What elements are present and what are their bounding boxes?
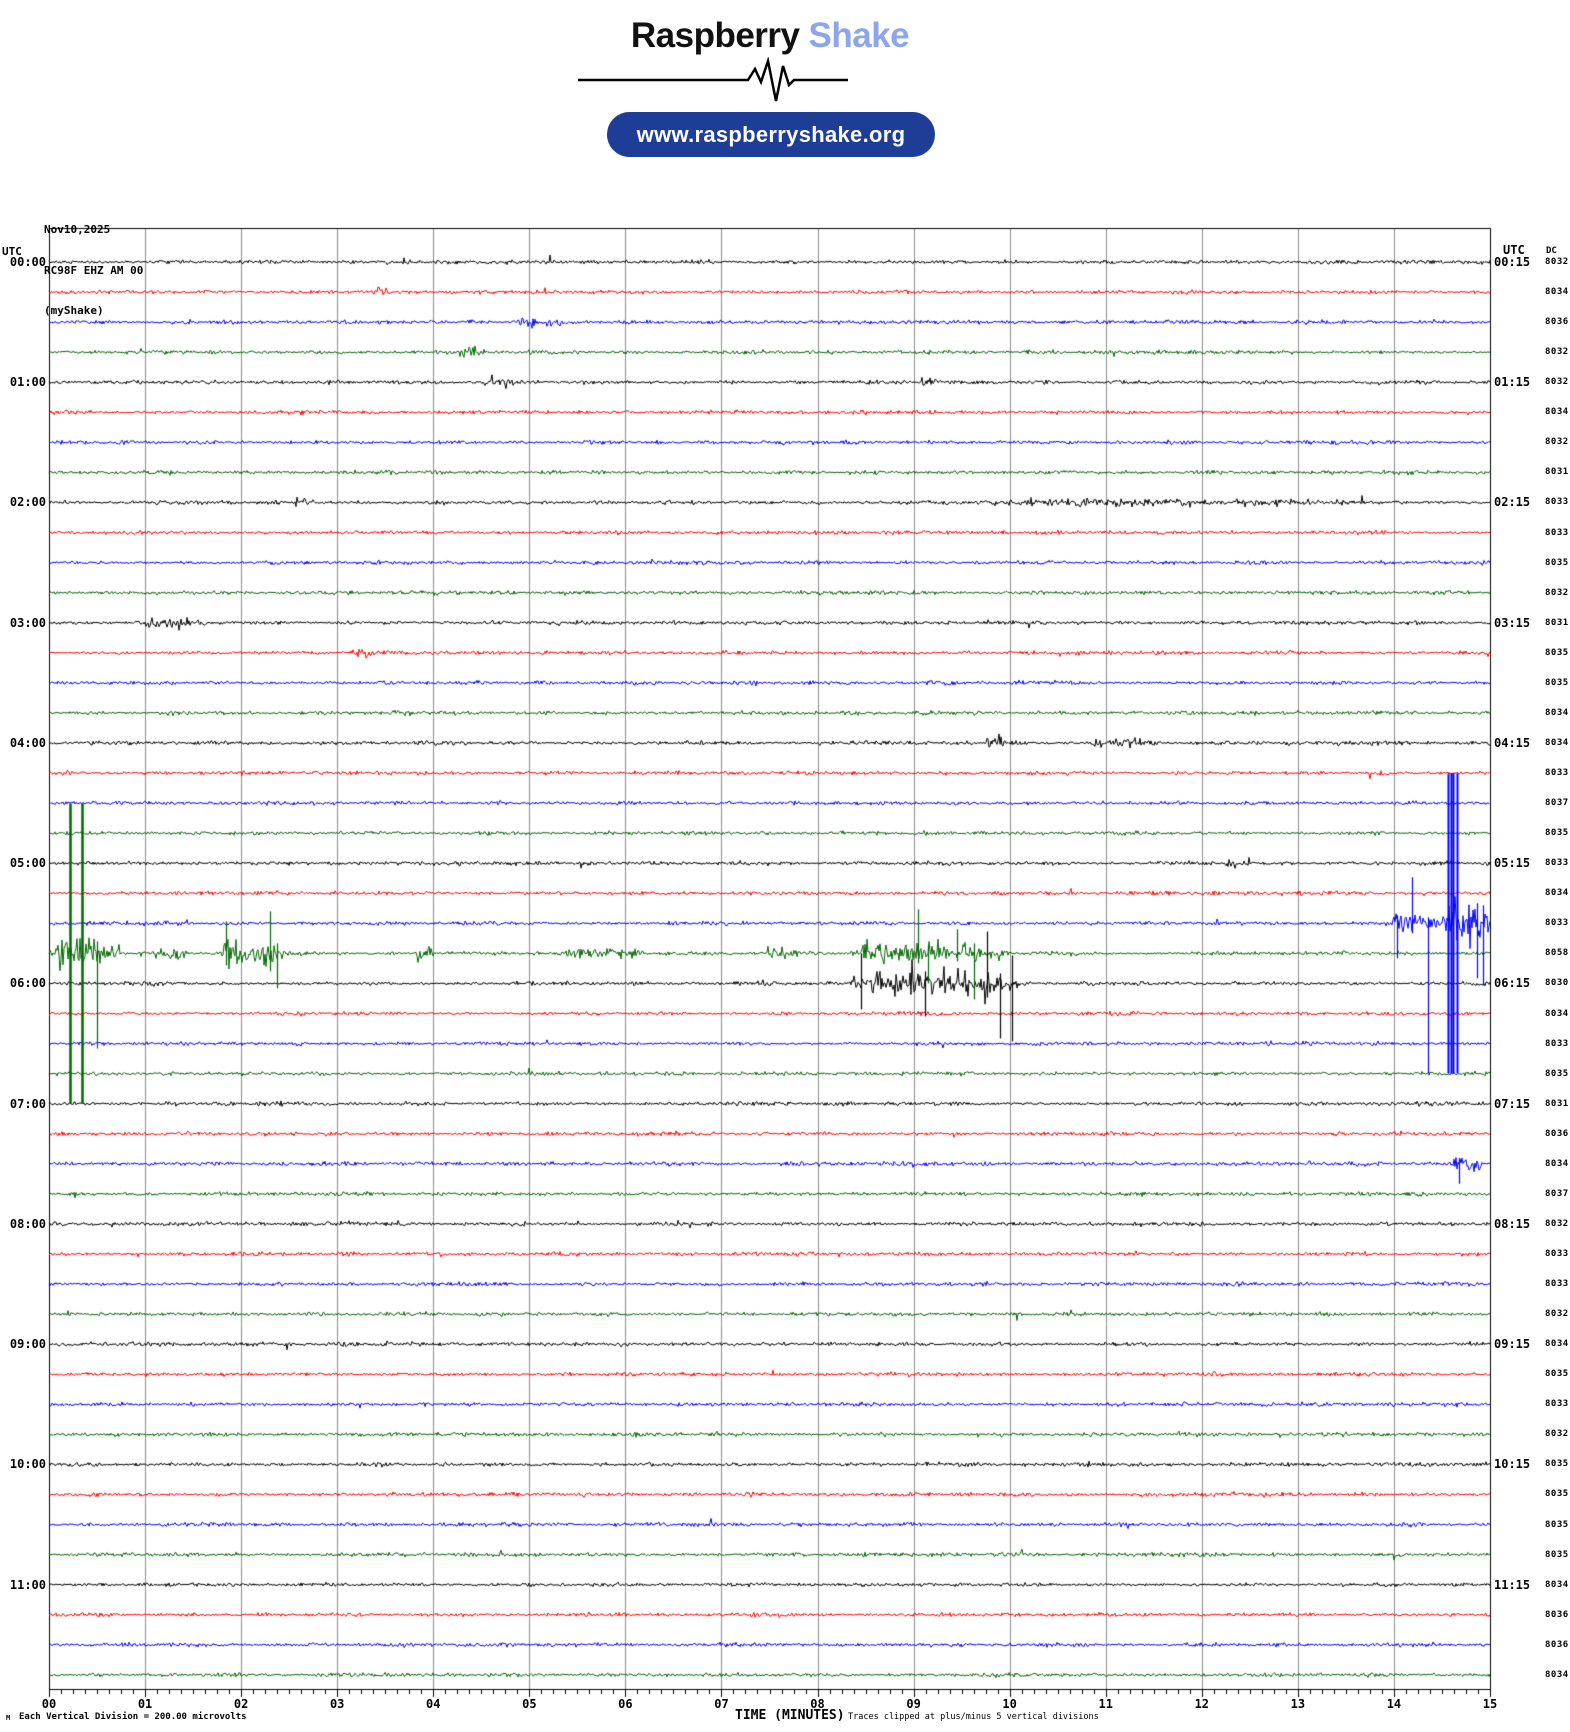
- helicorder-canvas: [0, 0, 1570, 1732]
- helicorder-page: RaspberryShake www.raspberryshake.org No…: [0, 0, 1570, 1732]
- scale-note: Each Vertical Division = 200.00 microvol…: [19, 1712, 247, 1722]
- footer-corner-glyph: M: [6, 1715, 10, 1722]
- x-axis-title: TIME (MINUTES): [735, 1709, 845, 1722]
- clip-note: Traces clipped at plus/minus 5 vertical …: [848, 1712, 1099, 1722]
